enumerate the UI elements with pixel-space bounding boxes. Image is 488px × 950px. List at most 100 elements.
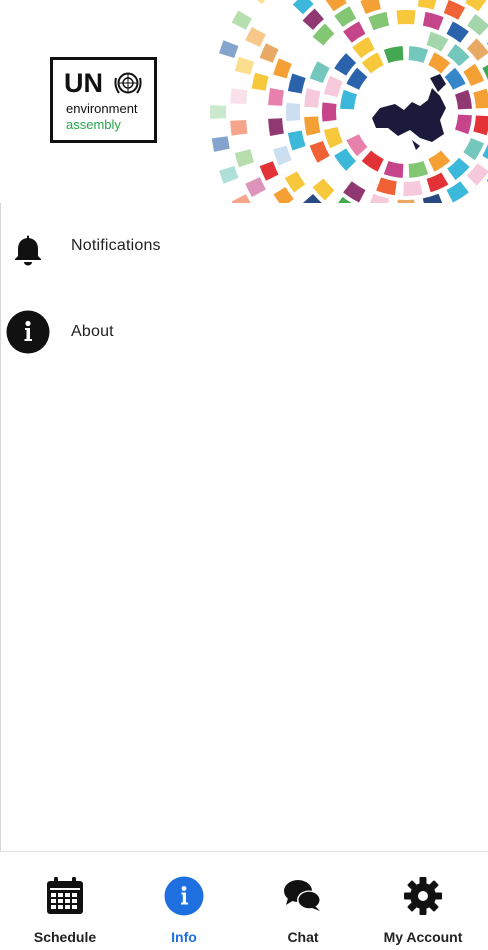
banner-segment [463, 63, 484, 86]
banner-segment [343, 181, 366, 203]
banner-segment [368, 11, 390, 31]
tab-schedule[interactable]: Schedule [4, 852, 126, 950]
banner-segment [467, 14, 488, 36]
banner-segment [231, 194, 251, 203]
banner-hub [358, 64, 454, 160]
tab-chat-label: Chat [287, 929, 319, 945]
banner-segment [251, 72, 269, 91]
banner-segment [422, 11, 444, 31]
logo-un-text: UN [64, 68, 103, 98]
logo-assembly-text: assembly [66, 117, 121, 132]
banner-segment [447, 157, 470, 180]
banner-segment [231, 10, 253, 30]
banner-segment [234, 149, 255, 168]
banner-segment [446, 21, 469, 43]
banner-segment [417, 0, 437, 10]
banner-segment [284, 171, 306, 193]
banner-segment [466, 38, 488, 61]
banner-segment [426, 172, 449, 193]
banner-segment [473, 115, 488, 136]
banner-segment [292, 0, 314, 15]
banner-segment [343, 21, 366, 43]
banner-segment [454, 89, 472, 110]
banner-segment [286, 102, 301, 122]
banner-segment [463, 138, 484, 161]
banner-segment [383, 46, 404, 64]
banner-segment [447, 44, 470, 67]
banner-segment [422, 193, 443, 203]
banner-segment [211, 136, 230, 152]
notifications-label: Notifications [71, 237, 161, 254]
banner-segment [340, 89, 358, 110]
banner-segment [334, 53, 357, 76]
banner-segment [334, 6, 357, 28]
banner-segment [352, 36, 375, 59]
banner-segment [219, 40, 239, 58]
banner-segment [361, 52, 384, 74]
bell-icon [15, 235, 41, 266]
un-emblem-icon [114, 72, 142, 94]
banner-segment [369, 193, 390, 203]
tab-my-account-label: My Account [383, 929, 463, 945]
banner-segment [428, 52, 451, 74]
banner-segment [383, 160, 404, 178]
banner-segment [446, 181, 469, 203]
banner-segment [287, 130, 306, 151]
banner-segment [234, 56, 255, 75]
tab-schedule-label: Schedule [33, 929, 97, 945]
tab-info[interactable]: Info [123, 852, 245, 950]
banner-segment [396, 10, 416, 25]
banner-segment [428, 150, 451, 172]
tab-my-account[interactable]: My Account [362, 852, 484, 950]
banner-segment [323, 75, 343, 98]
calendar-icon [47, 877, 83, 914]
banner-segment [219, 166, 239, 184]
banner-segment [245, 26, 266, 47]
banner-segment [443, 0, 466, 20]
banner-segment [408, 46, 429, 64]
banner-segment [273, 187, 294, 203]
info-icon [6, 310, 50, 354]
menu-item-notifications[interactable]: Notifications [0, 216, 488, 276]
banner-segment [466, 163, 488, 186]
banner-segment [230, 119, 248, 136]
banner-segment [323, 126, 343, 149]
banner-segment [473, 88, 488, 109]
banner-segment [403, 180, 423, 196]
banner-segment [334, 148, 357, 171]
tab-info-label: Info [171, 929, 197, 945]
banner-segment [444, 67, 466, 90]
bottom-navigation-bar: Schedule Info Chat My Account [0, 851, 488, 950]
menu-item-about[interactable]: About [0, 302, 488, 362]
banner-segment [376, 177, 397, 196]
banner-segment [304, 88, 321, 108]
banner-segment [230, 88, 248, 105]
gear-icon [404, 877, 442, 915]
banner-segment [259, 43, 279, 63]
banner-segment [304, 116, 321, 136]
banner-segment [309, 140, 330, 163]
banner-segment [309, 61, 330, 84]
banner-segment [408, 160, 429, 178]
banner-segment [360, 0, 381, 14]
logo-environment-text: environment [66, 101, 138, 116]
banner-segment [454, 114, 472, 135]
banner-segment [361, 150, 384, 172]
banner-segment [245, 177, 266, 198]
banner-segment [256, 0, 266, 4]
tab-chat[interactable]: Chat [242, 852, 364, 950]
banner-segment [268, 118, 284, 136]
banner-segment [346, 67, 368, 90]
chat-bubbles-icon [284, 880, 321, 911]
banner-segment [397, 199, 415, 203]
banner-segment [322, 102, 337, 122]
header-banner: UN environment assembly [0, 0, 488, 203]
banner-segment [426, 31, 449, 52]
un-environment-assembly-logo: UN environment assembly [50, 57, 157, 143]
banner-segment [302, 8, 324, 30]
banner-segment [273, 58, 292, 79]
banner-segment [465, 0, 487, 12]
banner-segment [273, 145, 292, 166]
banner-segment [268, 88, 284, 106]
banner-pattern [209, 0, 488, 203]
